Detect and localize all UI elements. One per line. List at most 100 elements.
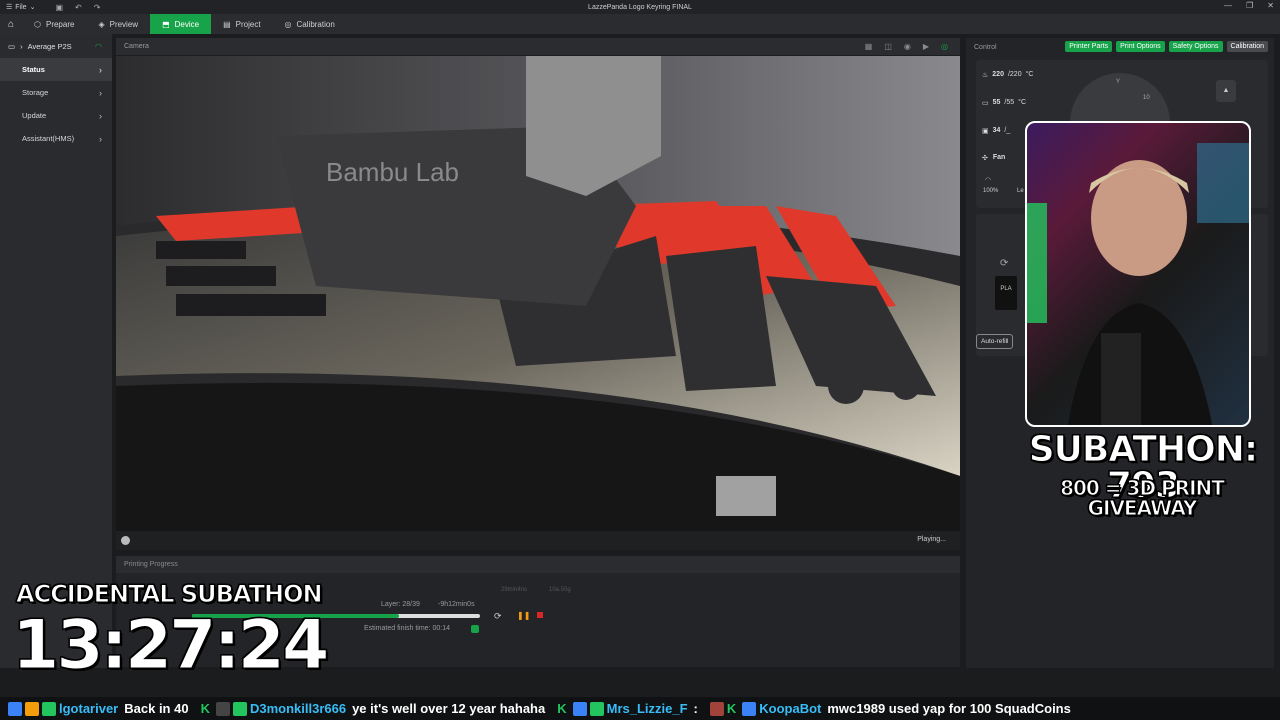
- ams-slot-label: PLA: [1000, 286, 1012, 292]
- device-sidebar: ▭ › Average P2S ◠ Status › Storage › Updat…: [0, 34, 112, 668]
- nozzle-temp-row[interactable]: ♨ 220 /220 °C: [982, 71, 1033, 79]
- record-icon[interactable]: ◉: [904, 42, 911, 51]
- chevron-right-icon: ›: [99, 64, 102, 75]
- giveaway-banner: 800 = 3D PRINT GIVEAWAY: [1060, 476, 1226, 520]
- camera-header: Camera ▦ ◫ ◉ ▶ ◎: [116, 38, 960, 55]
- bed-icon: ▭: [982, 100, 989, 107]
- menu-icon: ☰: [6, 4, 13, 11]
- progress-header: Printing Progress: [116, 556, 960, 573]
- sidebar-item-assistant[interactable]: Assistant(HMS) ›: [0, 127, 112, 150]
- chat-badge-icon: [742, 701, 757, 716]
- tab-calibration[interactable]: ◎ Calibration: [273, 14, 347, 34]
- chat-badge-icon: [232, 701, 247, 716]
- nozzle-target: /220: [1007, 71, 1022, 78]
- nozzle-temp: 220: [992, 71, 1004, 78]
- layer-count: Layer: 28/39: [381, 601, 420, 608]
- chat-ticker: lgotariver Back in 40 K D3monkill3r666 y…: [0, 697, 1280, 720]
- tab-project[interactable]: ▤ Project: [211, 14, 272, 34]
- redo-icon[interactable]: ↷: [94, 3, 101, 12]
- video-icon[interactable]: ▶: [923, 42, 929, 51]
- refresh-icon[interactable]: ⟳: [494, 611, 502, 622]
- file-menu-label: File: [15, 3, 27, 11]
- chevron-right-icon: ›: [99, 133, 102, 144]
- sidebar-item-label: Status: [22, 65, 45, 74]
- live-view-icon[interactable]: ◎: [941, 42, 948, 51]
- chat-text: ye it's well over 12 year hahaha: [352, 701, 546, 716]
- chat-badge-icon: [42, 701, 56, 716]
- accidental-subathon-label: ACCIDENTAL SUBATHON: [16, 580, 324, 608]
- chat-text: :: [693, 701, 698, 716]
- fan-row[interactable]: ✣ Fan: [982, 154, 1005, 162]
- tab-label: Prepare: [45, 19, 75, 29]
- control-title: Control: [974, 43, 997, 51]
- minimize-icon[interactable]: —: [1224, 1, 1232, 10]
- chamber-temp: 34: [992, 127, 1001, 134]
- time-remaining: -9h12min0s: [438, 601, 475, 608]
- camera-status: Playing...: [917, 536, 946, 543]
- chevron-down-icon: ⌄: [29, 4, 36, 11]
- chat-badge-icon: [572, 701, 587, 716]
- chat-badge-icon: [589, 701, 604, 716]
- restore-icon[interactable]: ❐: [1246, 1, 1253, 10]
- chat-message: KoopaBot mwc1989 used yap for 100 SquadC…: [759, 701, 1071, 716]
- sidebar-item-storage[interactable]: Storage ›: [0, 81, 112, 104]
- cube-icon: ⬡: [34, 19, 41, 29]
- chat-badge-icon: [8, 701, 22, 716]
- printer-parts-button[interactable]: Printer Parts: [1065, 41, 1113, 52]
- status-indicator: [471, 625, 479, 633]
- tab-prepare[interactable]: ⬡ Prepare: [22, 14, 86, 34]
- webcam-image: [1027, 143, 1249, 425]
- ams-refresh-icon[interactable]: ⟳: [1000, 258, 1008, 269]
- chamber-target: /_: [1004, 127, 1011, 134]
- tab-preview[interactable]: ◈ Preview: [86, 14, 150, 34]
- sidebar-item-update[interactable]: Update ›: [0, 104, 112, 127]
- z-up-button[interactable]: ▲: [1216, 80, 1236, 102]
- save-icon[interactable]: ▣: [55, 3, 63, 12]
- chamber-temp-row[interactable]: ▣ 34 /_: [982, 127, 1010, 135]
- safety-options-button[interactable]: Safety Options: [1168, 41, 1223, 52]
- undo-icon[interactable]: ↶: [75, 3, 82, 12]
- file-menu[interactable]: ☰ File ⌄: [6, 3, 36, 12]
- title-bar: ☰ File ⌄ ▣ ↶ ↷ LazzePanda Logo Keyring F…: [0, 0, 1280, 14]
- streamer-webcam: [1025, 121, 1251, 427]
- auto-refill-button[interactable]: Auto-refill: [976, 334, 1014, 349]
- camera-brand-text: Bambu Lab: [326, 157, 459, 187]
- tab-label: Preview: [109, 19, 139, 29]
- sd-card-icon[interactable]: ▦: [865, 42, 873, 51]
- device-icon: ⬒: [162, 19, 170, 29]
- bed-temp-row[interactable]: ▭ 55 /55 °C: [982, 99, 1026, 107]
- dial-y-label: Y: [1116, 79, 1121, 85]
- stop-icon[interactable]: [537, 612, 543, 618]
- home-icon[interactable]: ⌂: [0, 19, 22, 30]
- progress-title: Printing Progress: [124, 561, 178, 568]
- tab-label: Device: [174, 19, 200, 29]
- main-nav: ⌂ ⬡ Prepare ◈ Preview ⬒ Device ▤ Project ◎ Ca…: [0, 14, 1280, 34]
- sidebar-item-status[interactable]: Status ›: [0, 58, 112, 81]
- chevron-right-icon: ›: [20, 41, 23, 51]
- pause-icon[interactable]: ❚❚: [517, 611, 530, 620]
- camera-feed: Bambu Lab: [116, 56, 960, 531]
- layers-icon: ◈: [98, 19, 105, 29]
- chat-username: D3monkill3r666: [249, 701, 347, 716]
- dial-10-label: 10: [1143, 95, 1150, 101]
- snapshot-icon[interactable]: [121, 536, 130, 545]
- print-options-button[interactable]: Print Options: [1116, 41, 1165, 52]
- wifi-icon: ◠: [95, 41, 102, 51]
- chat-username: lgotariver: [59, 701, 119, 716]
- close-icon[interactable]: ✕: [1267, 1, 1274, 10]
- chat-badge-icon: [709, 701, 724, 716]
- chat-badge-icon: [215, 701, 230, 716]
- chat-username: KoopaBot: [759, 701, 822, 716]
- device-name: Average P2S: [27, 41, 72, 51]
- camera-footer: Playing...: [116, 531, 960, 550]
- calibration-button[interactable]: Calibration: [1226, 41, 1268, 52]
- sidebar-item-label: Assistant(HMS): [22, 134, 75, 143]
- kick-icon: K: [726, 701, 737, 716]
- faint-weight: 10a.50g: [549, 587, 571, 593]
- device-selector[interactable]: ▭ › Average P2S ◠: [0, 34, 112, 58]
- project-icon: ▤: [223, 19, 231, 29]
- ams-slot[interactable]: PLA: [995, 276, 1017, 310]
- timelapse-icon[interactable]: ◫: [884, 42, 892, 51]
- temp-unit: °C: [1018, 99, 1027, 106]
- tab-device[interactable]: ⬒ Device: [150, 14, 212, 34]
